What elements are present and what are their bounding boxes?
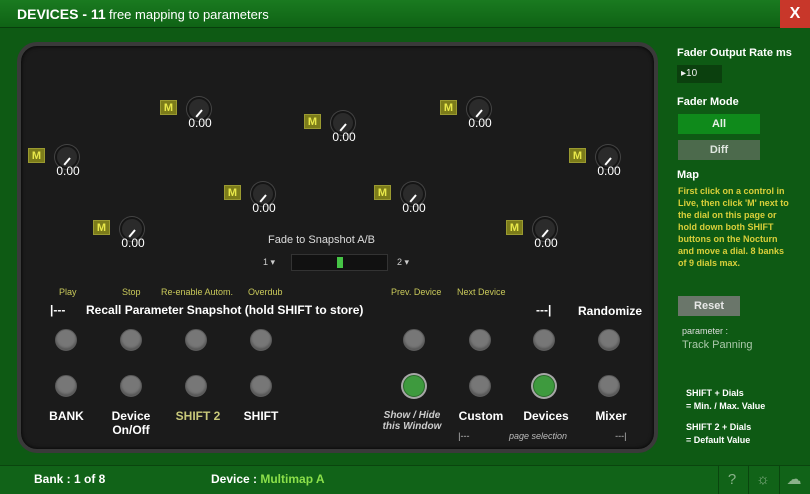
randomize-button[interactable] bbox=[598, 329, 620, 351]
dial-4[interactable]: M 0.00 bbox=[28, 145, 86, 194]
dial-value: 0.00 bbox=[597, 164, 621, 178]
shift2-hint-line2: = Default Value bbox=[686, 435, 751, 445]
devices-label: Devices bbox=[523, 409, 569, 423]
dial-value: 0.00 bbox=[188, 116, 212, 130]
status-divider bbox=[718, 466, 719, 494]
dial-value: 0.00 bbox=[252, 201, 276, 215]
help-icon[interactable]: ? bbox=[722, 470, 742, 490]
page-selection-label: page selection bbox=[509, 431, 568, 441]
status-divider bbox=[779, 466, 780, 494]
dial-6[interactable]: M 0.00 bbox=[224, 182, 282, 231]
bank-button[interactable] bbox=[55, 375, 77, 397]
dial-value: 0.00 bbox=[332, 130, 356, 144]
map-button[interactable]: M bbox=[28, 148, 45, 163]
shift2-button[interactable] bbox=[185, 375, 207, 397]
show-hide-button[interactable] bbox=[403, 375, 425, 397]
map-button[interactable]: M bbox=[506, 220, 523, 235]
fader-mode-heading: Fader Mode bbox=[677, 96, 739, 108]
dial-8[interactable]: M 0.00 bbox=[93, 217, 151, 266]
window-subtitle: free mapping to parameters bbox=[109, 7, 269, 22]
map-button[interactable]: M bbox=[569, 148, 586, 163]
map-button[interactable]: M bbox=[304, 114, 321, 129]
sun-icon[interactable]: ☼ bbox=[753, 470, 773, 490]
device-status: Device : Multimap A bbox=[211, 472, 325, 486]
dial-5[interactable]: M 0.00 bbox=[569, 145, 627, 194]
reenable-label: Re-enable Autom. bbox=[161, 287, 234, 297]
reset-button[interactable]: Reset bbox=[678, 296, 740, 316]
shift-label: SHIFT bbox=[243, 409, 279, 423]
fade-label: Fade to Snapshot A/B bbox=[268, 234, 376, 246]
snapshot-a-select[interactable]: 1 ▾ bbox=[263, 257, 275, 268]
dial-value: 0.00 bbox=[468, 116, 492, 130]
prev-device-button[interactable] bbox=[403, 329, 425, 351]
dial-9[interactable]: M 0.00 bbox=[506, 217, 564, 266]
device-onoff-label: Device On/Off bbox=[111, 409, 151, 437]
prev-device-label: Prev. Device bbox=[391, 287, 442, 297]
bank-status: Bank : 1 of 8 bbox=[34, 472, 106, 486]
devices-button[interactable] bbox=[533, 375, 555, 397]
map-button[interactable]: M bbox=[160, 100, 177, 115]
shift2-hint-line1: SHIFT 2 + Dials bbox=[686, 422, 752, 432]
map-button[interactable]: M bbox=[93, 220, 110, 235]
reenable-button[interactable] bbox=[185, 329, 207, 351]
parameter-value: Track Panning bbox=[682, 339, 753, 351]
recall-left-marker: |--- bbox=[50, 303, 66, 317]
play-button[interactable] bbox=[55, 329, 77, 351]
cloud-icon[interactable]: ☁ bbox=[784, 470, 804, 490]
page-right-marker: ---| bbox=[615, 431, 627, 441]
next-device-label: Next Device bbox=[457, 287, 506, 297]
dial-2[interactable]: M 0.00 bbox=[440, 97, 498, 146]
dial-value: 0.00 bbox=[402, 201, 426, 215]
recall-right-marker: ---| bbox=[536, 303, 552, 317]
snapshot-b-select[interactable]: 2 ▾ bbox=[397, 257, 409, 268]
next-device-button[interactable] bbox=[469, 329, 491, 351]
fader-rate-heading: Fader Output Rate ms bbox=[677, 47, 792, 59]
window-title: DEVICES - 11 bbox=[17, 6, 106, 22]
overdub-button[interactable] bbox=[250, 329, 272, 351]
show-hide-label: Show / Hide this Window bbox=[382, 410, 442, 432]
custom-label: Custom bbox=[458, 409, 504, 423]
dial-value: 0.00 bbox=[534, 236, 558, 250]
map-heading: Map bbox=[677, 169, 699, 181]
map-button[interactable]: M bbox=[374, 185, 391, 200]
randomize-label: Randomize bbox=[578, 304, 643, 318]
mixer-label: Mixer bbox=[595, 409, 627, 423]
status-divider bbox=[748, 466, 749, 494]
parameter-label: parameter : bbox=[682, 326, 729, 336]
play-label: Play bbox=[59, 287, 77, 297]
stop-label: Stop bbox=[122, 287, 141, 297]
shift-button[interactable] bbox=[250, 375, 272, 397]
snapshot-button[interactable] bbox=[533, 329, 555, 351]
dial-7[interactable]: M 0.00 bbox=[374, 182, 432, 231]
map-button[interactable]: M bbox=[224, 185, 241, 200]
shift-hint-line2: = Min. / Max. Value bbox=[686, 401, 766, 411]
close-button[interactable]: X bbox=[780, 0, 810, 28]
overdub-label: Overdub bbox=[248, 287, 283, 297]
dial-3[interactable]: M 0.00 bbox=[304, 111, 362, 160]
shift2-label: SHIFT 2 bbox=[175, 409, 221, 423]
page-left-marker: |--- bbox=[458, 431, 470, 441]
fade-slider-thumb[interactable] bbox=[337, 257, 343, 268]
mixer-button[interactable] bbox=[598, 375, 620, 397]
custom-button[interactable] bbox=[469, 375, 491, 397]
dial-1[interactable]: M 0.00 bbox=[160, 97, 218, 146]
bank-label: BANK bbox=[49, 409, 84, 423]
mode-diff-button[interactable]: Diff bbox=[678, 140, 760, 160]
dial-value: 0.00 bbox=[56, 164, 80, 178]
shift-hint-line1: SHIFT + Dials bbox=[686, 388, 744, 398]
map-instructions: First click on a control in Live, then c… bbox=[678, 186, 789, 268]
mode-all-button[interactable]: All bbox=[678, 114, 760, 134]
recall-snapshot-label: Recall Parameter Snapshot (hold SHIFT to… bbox=[86, 303, 364, 317]
fader-rate-input[interactable]: ▸10 bbox=[677, 65, 722, 83]
device-status-label: Device : bbox=[211, 472, 261, 486]
stop-button[interactable] bbox=[120, 329, 142, 351]
status-bar bbox=[0, 465, 810, 494]
dial-value: 0.00 bbox=[121, 236, 145, 250]
fade-slider[interactable] bbox=[291, 254, 388, 271]
device-onoff-button[interactable] bbox=[120, 375, 142, 397]
device-status-value: Multimap A bbox=[260, 472, 325, 486]
map-button[interactable]: M bbox=[440, 100, 457, 115]
